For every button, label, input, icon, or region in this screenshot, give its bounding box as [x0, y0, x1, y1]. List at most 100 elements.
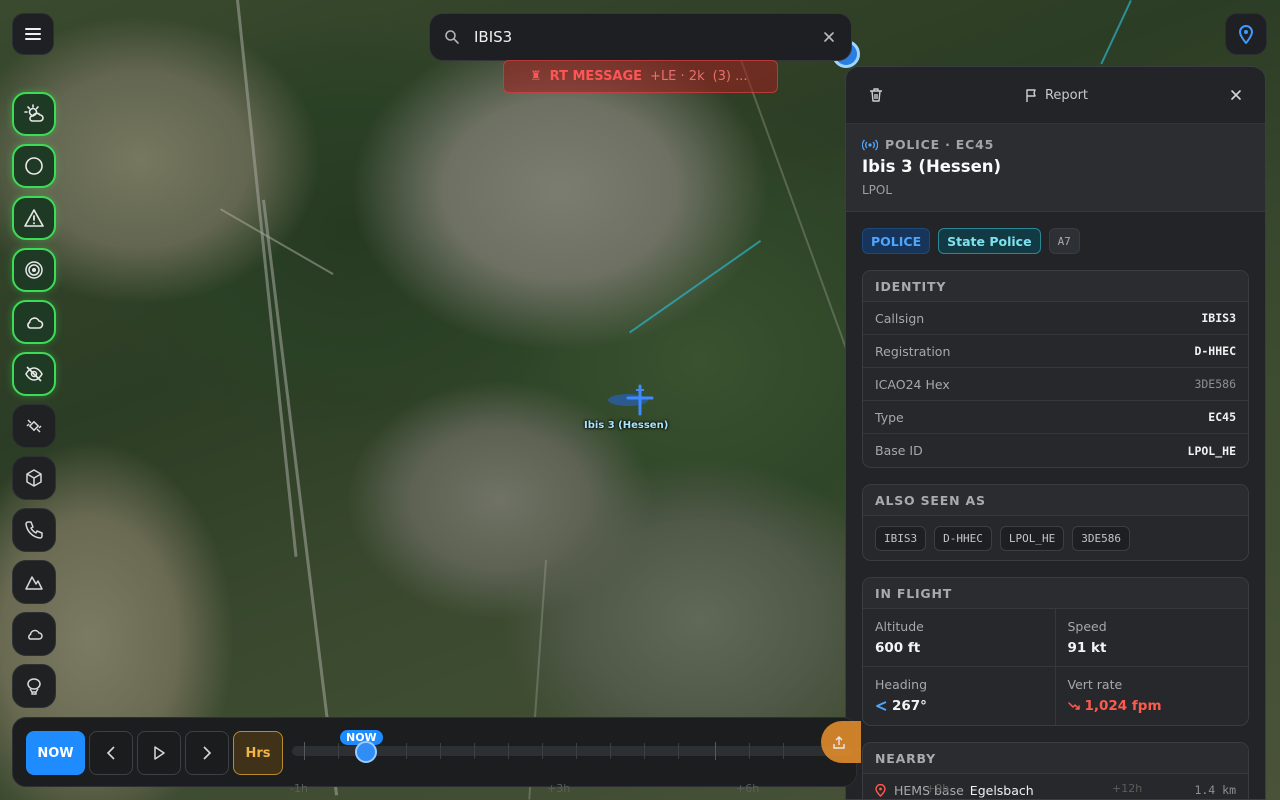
nearby-title: NEARBY: [863, 743, 1248, 774]
row-value: D-HHEC: [1194, 344, 1236, 358]
table-row: Callsign IBIS3: [863, 302, 1248, 335]
highway-road: [236, 0, 298, 557]
alias-chip[interactable]: 3DE586: [1072, 526, 1130, 551]
row-key: Registration: [875, 343, 951, 359]
alert-text: RT MESSAGE: [549, 69, 643, 84]
also-seen-card: ALSO SEEN AS IBIS3 D-HHEC LPOL_HE 3DE586: [862, 484, 1249, 561]
alias-list: IBIS3 D-HHEC LPOL_HE 3DE586: [863, 516, 1248, 560]
slider-tick: [304, 742, 305, 760]
alert-extra: +LE · 2k: [650, 69, 705, 84]
delete-button[interactable]: [868, 87, 884, 103]
alias-chip[interactable]: LPOL_HE: [999, 526, 1065, 551]
close-icon: [1231, 90, 1241, 100]
report-label: Report: [1044, 87, 1089, 103]
mountain-icon: [25, 576, 43, 590]
alias-chip[interactable]: IBIS3: [875, 526, 927, 551]
altitude-label: Altitude: [875, 619, 924, 634]
locate-button[interactable]: [1225, 13, 1267, 55]
trash-icon: [870, 88, 882, 102]
3d-tool-button[interactable]: [12, 456, 56, 500]
alert-count: (3) ...: [712, 69, 748, 84]
helicopter-marker-icon[interactable]: [606, 382, 658, 416]
step-back-button[interactable]: [89, 731, 133, 775]
speed-cell: Speed 91 kt: [1055, 609, 1248, 667]
sun-cloud-icon: [24, 104, 44, 122]
aircraft-details-panel: Report POLICE · EC45 Ibis 3 (Hessen) LPO…: [845, 66, 1266, 800]
cloud-tool-button[interactable]: [12, 300, 56, 344]
eye-off-icon: [25, 366, 43, 382]
route-line: [1100, 0, 1132, 65]
close-icon: [824, 32, 834, 42]
chevron-left-icon: [106, 746, 115, 760]
report-button[interactable]: Report: [1025, 88, 1088, 103]
route-line: [628, 240, 762, 334]
play-button[interactable]: [137, 731, 181, 775]
share-button[interactable]: [821, 721, 861, 763]
search-input[interactable]: [474, 28, 815, 46]
satellite-tool-button[interactable]: [12, 404, 56, 448]
row-value: 3DE586: [1194, 377, 1236, 391]
play-icon: [154, 746, 165, 760]
now-button[interactable]: NOW: [26, 731, 85, 775]
nearby-row[interactable]: HEMS base Egelsbach 1.4 km: [863, 774, 1248, 799]
row-value: IBIS3: [1201, 311, 1236, 325]
search-icon: [445, 30, 459, 44]
chevron-right-icon: [203, 746, 212, 760]
row-value: LPOL_HE: [1187, 443, 1236, 458]
step-forward-button[interactable]: [185, 731, 229, 775]
table-row: Registration D-HHEC: [863, 335, 1248, 368]
heading-cell: Heading 267°: [863, 667, 1056, 725]
clouds-layer-button[interactable]: [12, 612, 56, 656]
in-flight-title: IN FLIGHT: [863, 578, 1248, 609]
panel-toolbar: Report: [846, 67, 1265, 124]
alert-banner[interactable]: ♜ RT MESSAGE +LE · 2k (3) ...: [503, 60, 778, 93]
slider-tick: [508, 743, 509, 759]
hours-button[interactable]: Hrs: [233, 731, 283, 775]
chip-a7[interactable]: A7: [1048, 228, 1080, 254]
circle-icon: [25, 157, 43, 175]
radar-tool-button[interactable]: [12, 248, 56, 292]
menu-button[interactable]: [12, 13, 54, 55]
satellite-icon: [26, 419, 42, 433]
row-key: Callsign: [875, 310, 925, 326]
hour-label: +12h: [1112, 782, 1143, 795]
hide-tool-button[interactable]: [12, 352, 56, 396]
speed-label: Speed: [1067, 619, 1107, 634]
terrain-tool-button[interactable]: [12, 560, 56, 604]
circle-tool-button[interactable]: [12, 144, 56, 188]
table-row: Base ID LPOL_HE: [863, 434, 1248, 467]
chip-state-police[interactable]: State Police: [938, 228, 1041, 254]
flight-stats: Altitude 600 ft Speed 91 kt Heading 267°…: [863, 609, 1248, 725]
warning-tool-button[interactable]: [12, 196, 56, 240]
aircraft-map-label: Ibis 3 (Hessen): [584, 420, 669, 431]
slider-tick: [542, 743, 543, 759]
weather-sun-tool-button[interactable]: [12, 92, 56, 136]
alias-chip[interactable]: D-HHEC: [934, 526, 992, 551]
also-seen-title: ALSO SEEN AS: [863, 485, 1248, 516]
phone-tool-button[interactable]: [12, 508, 56, 552]
vert-rate-value: 1,024 fpm: [1084, 698, 1162, 714]
agency-line: POLICE · EC45: [862, 137, 1249, 152]
search-bar[interactable]: [429, 13, 852, 61]
warning-triangle-icon: [24, 209, 44, 227]
clear-search-button[interactable]: [815, 23, 843, 51]
slider-tick: [783, 743, 784, 759]
row-key: Base ID: [875, 443, 923, 458]
slider-tick: [610, 743, 611, 759]
vert-rate-row: 1,024 fpm: [1067, 698, 1237, 714]
siren-icon: ♜: [530, 69, 542, 84]
heading-row: 267°: [875, 698, 1043, 714]
heading-arrow-icon: [876, 701, 887, 711]
table-row: ICAO24 Hex 3DE586: [863, 368, 1248, 401]
slider-tick: [338, 743, 339, 759]
chip-police[interactable]: POLICE: [862, 228, 931, 254]
hour-label: +6h: [736, 782, 760, 795]
flag-icon: [1026, 88, 1036, 102]
heading-label: Heading: [875, 677, 928, 692]
slider-tick: [678, 743, 679, 759]
time-slider-handle[interactable]: [355, 741, 377, 763]
vert-rate-cell: Vert rate 1,024 fpm: [1056, 667, 1249, 725]
balloon-tool-button[interactable]: [12, 664, 56, 708]
close-panel-button[interactable]: [1229, 88, 1243, 102]
timeline-bar: NOW Hrs NOW: [12, 717, 861, 787]
